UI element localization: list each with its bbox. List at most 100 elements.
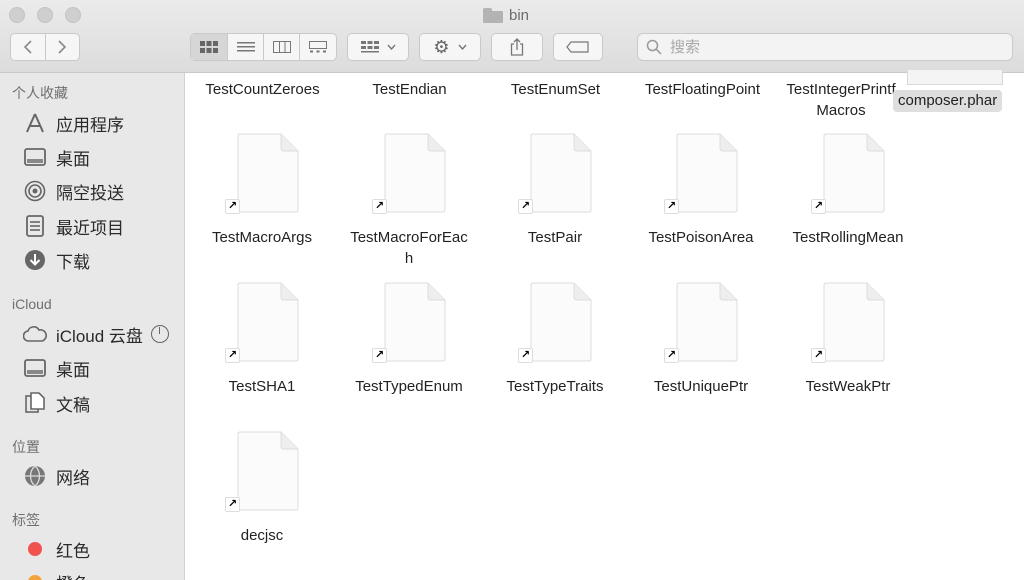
- gallery-view-button[interactable]: [300, 34, 336, 60]
- window-title: bin: [483, 4, 529, 26]
- file-label[interactable]: TestWeakPtr: [778, 376, 918, 397]
- alias-arrow-icon: ↗: [664, 199, 679, 214]
- airdrop-icon: [22, 178, 48, 204]
- file-label-line: TestTypeTraits: [506, 378, 604, 395]
- minimize-button[interactable]: [37, 7, 53, 23]
- column-view-button[interactable]: [264, 34, 301, 60]
- sidebar-item-desktop[interactable]: 桌面: [22, 144, 90, 170]
- sidebar-item-label: iCloud 云盘: [56, 326, 143, 346]
- share-icon: [510, 38, 524, 56]
- close-button[interactable]: [9, 7, 25, 23]
- sidebar-item-label: 应用程序: [56, 115, 124, 135]
- sidebar: 个人收藏 应用程序 桌面 隔空投送 最近项目 下载 iCloud iCloud …: [0, 73, 185, 580]
- alias-arrow-icon: ↗: [372, 348, 387, 363]
- file-label[interactable]: TestEndian: [332, 79, 487, 100]
- sidebar-item-label: 网络: [56, 468, 90, 488]
- search-icon: [646, 39, 662, 55]
- file-grid: TestCountZeroes TestEndian TestEnumSet T…: [185, 73, 1024, 580]
- sidebar-item-recents[interactable]: 最近项目: [22, 213, 124, 239]
- icon-view-button[interactable]: [191, 34, 228, 60]
- sidebar-item-downloads[interactable]: 下载: [22, 247, 90, 273]
- file-label-line: TestPoisonArea: [648, 229, 754, 246]
- document-icon[interactable]: ↗: [225, 282, 299, 363]
- share-button[interactable]: [491, 33, 543, 61]
- sidebar-item-documents[interactable]: 文稿: [22, 390, 90, 416]
- list-view-button[interactable]: [228, 34, 265, 60]
- document-icon[interactable]: ↗: [518, 133, 592, 214]
- file-label-line: TestRollingMean: [792, 229, 904, 246]
- tag-dot-icon: [22, 569, 48, 580]
- sidebar-header-favorites: 个人收藏: [12, 85, 68, 101]
- back-button[interactable]: [11, 34, 46, 60]
- sidebar-header-icloud: iCloud: [12, 296, 52, 312]
- file-label[interactable]: TestEnumSet: [478, 79, 633, 100]
- document-icon[interactable]: ↗: [518, 282, 592, 363]
- window-title-text: bin: [509, 6, 530, 24]
- sidebar-item-tag-red[interactable]: 红色: [22, 536, 90, 562]
- sidebar-item-label: 桌面: [56, 149, 90, 169]
- file-label[interactable]: TestFloatingPoint: [625, 79, 780, 100]
- zoom-button[interactable]: [65, 7, 81, 23]
- file-label[interactable]: TestPoisonArea: [631, 227, 771, 248]
- document-icon[interactable]: [907, 70, 1003, 85]
- file-label-line: TestWeakPtr: [805, 378, 891, 395]
- sidebar-item-icloud-drive[interactable]: iCloud 云盘: [22, 321, 169, 347]
- search-field[interactable]: [637, 33, 1013, 61]
- file-label[interactable]: TestIntegerPrintf Macros: [771, 79, 911, 121]
- file-label[interactable]: TestTypeTraits: [485, 376, 625, 397]
- alias-arrow-icon: ↗: [225, 497, 240, 512]
- desktop-icon: [22, 144, 48, 170]
- document-icon[interactable]: ↗: [664, 282, 738, 363]
- applications-icon: [22, 110, 48, 136]
- sidebar-item-label: 隔空投送: [56, 183, 124, 203]
- file-label-line: TestPair: [527, 229, 583, 246]
- file-label[interactable]: TestUniquePtr: [631, 376, 771, 397]
- file-label[interactable]: TestRollingMean: [778, 227, 918, 248]
- file-label[interactable]: TestSHA1: [192, 376, 332, 397]
- file-label[interactable]: TestPair: [485, 227, 625, 248]
- group-button[interactable]: [347, 33, 409, 61]
- file-label[interactable]: TestMacroForEac h: [339, 227, 479, 269]
- nav-buttons: [10, 33, 80, 61]
- file-label-line: TestMacroForEac: [350, 229, 468, 246]
- file-label[interactable]: TestCountZeroes: [185, 79, 340, 100]
- document-icon[interactable]: ↗: [811, 282, 885, 363]
- icon-view-icon: [199, 41, 218, 53]
- sidebar-item-tag-orange[interactable]: 橙色: [22, 569, 90, 580]
- document-icon[interactable]: ↗: [225, 431, 299, 512]
- tag-icon: [566, 41, 589, 53]
- sidebar-item-airdrop[interactable]: 隔空投送: [22, 178, 124, 204]
- file-label-line: h: [404, 250, 414, 267]
- file-label-line: TestSHA1: [228, 378, 296, 395]
- icloud-icon: [22, 321, 48, 347]
- file-label-line: TestIntegerPrintf: [786, 81, 896, 98]
- file-label[interactable]: TestMacroArgs: [192, 227, 332, 248]
- selected-file-label[interactable]: composer.phar: [893, 90, 1003, 112]
- folder-icon: [483, 7, 503, 23]
- file-label[interactable]: TestTypedEnum: [339, 376, 479, 397]
- document-icon[interactable]: ↗: [664, 133, 738, 214]
- downloads-icon: [22, 247, 48, 273]
- forward-button[interactable]: [46, 34, 80, 60]
- sidebar-item-label: 红色: [56, 541, 90, 561]
- tag-button[interactable]: [553, 33, 603, 61]
- toolbar: bin ⚙ 搜索: [0, 0, 1024, 73]
- sidebar-item-network[interactable]: 网络: [22, 463, 90, 489]
- file-label-line: decjsc: [240, 527, 284, 544]
- alias-arrow-icon: ↗: [518, 199, 533, 214]
- finder-window: bin ⚙ 搜索 个人收藏 应用程序 桌面 隔空投送 最近项目 下载 iClou…: [0, 0, 1024, 580]
- sidebar-item-applications[interactable]: 应用程序: [22, 110, 124, 136]
- gear-icon: ⚙: [433, 36, 450, 57]
- action-button[interactable]: ⚙: [419, 33, 481, 61]
- document-icon[interactable]: ↗: [225, 133, 299, 214]
- sidebar-item-icloud-desktop[interactable]: 桌面: [22, 355, 90, 381]
- file-label[interactable]: decjsc: [192, 525, 332, 546]
- group-icon: [360, 41, 379, 53]
- chevron-down-icon: [458, 44, 467, 50]
- storage-progress-icon: [150, 325, 169, 343]
- document-icon[interactable]: ↗: [372, 133, 446, 214]
- documents-icon: [22, 390, 48, 416]
- document-icon[interactable]: ↗: [372, 282, 446, 363]
- document-icon[interactable]: ↗: [811, 133, 885, 214]
- search-input[interactable]: [668, 37, 972, 57]
